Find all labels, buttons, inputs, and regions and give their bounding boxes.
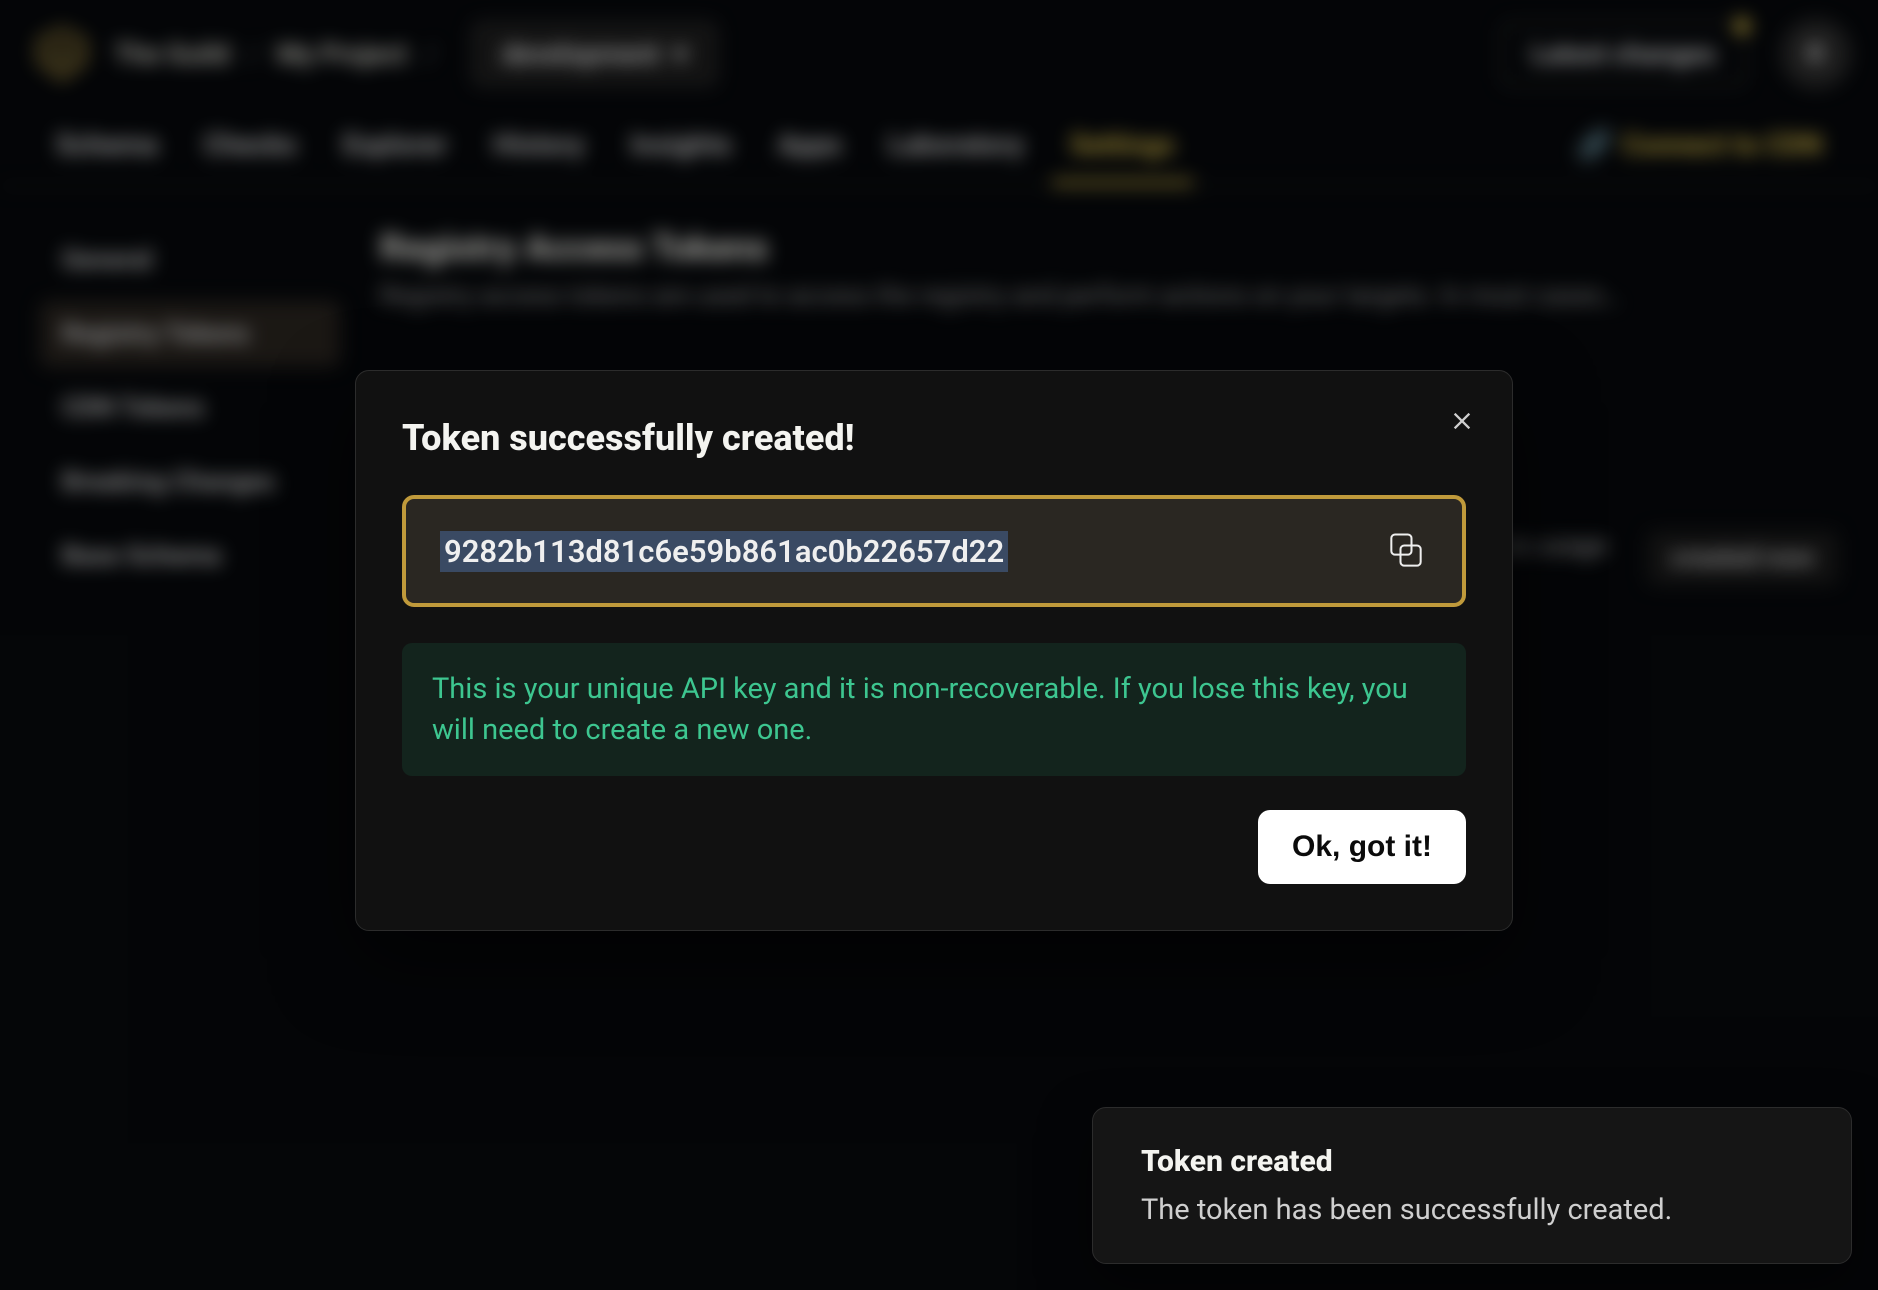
modal-close-button[interactable]	[1446, 405, 1478, 437]
close-icon	[1451, 410, 1473, 432]
modal-actions: Ok, got it!	[402, 810, 1466, 884]
toast-token-created: Token created The token has been success…	[1092, 1107, 1852, 1264]
copy-icon	[1384, 529, 1428, 573]
toast-title: Token created	[1141, 1144, 1803, 1179]
token-display: 9282b113d81c6e59b861ac0b22657d22	[402, 495, 1466, 607]
ok-got-it-button[interactable]: Ok, got it!	[1258, 810, 1466, 884]
copy-token-button[interactable]	[1384, 529, 1428, 573]
token-value[interactable]: 9282b113d81c6e59b861ac0b22657d22	[440, 531, 1008, 572]
token-created-modal: Token successfully created! 9282b113d81c…	[355, 370, 1513, 931]
token-warning-note: This is your unique API key and it is no…	[402, 643, 1466, 776]
modal-title: Token successfully created!	[402, 417, 1466, 459]
toast-body: The token has been successfully created.	[1141, 1193, 1803, 1227]
